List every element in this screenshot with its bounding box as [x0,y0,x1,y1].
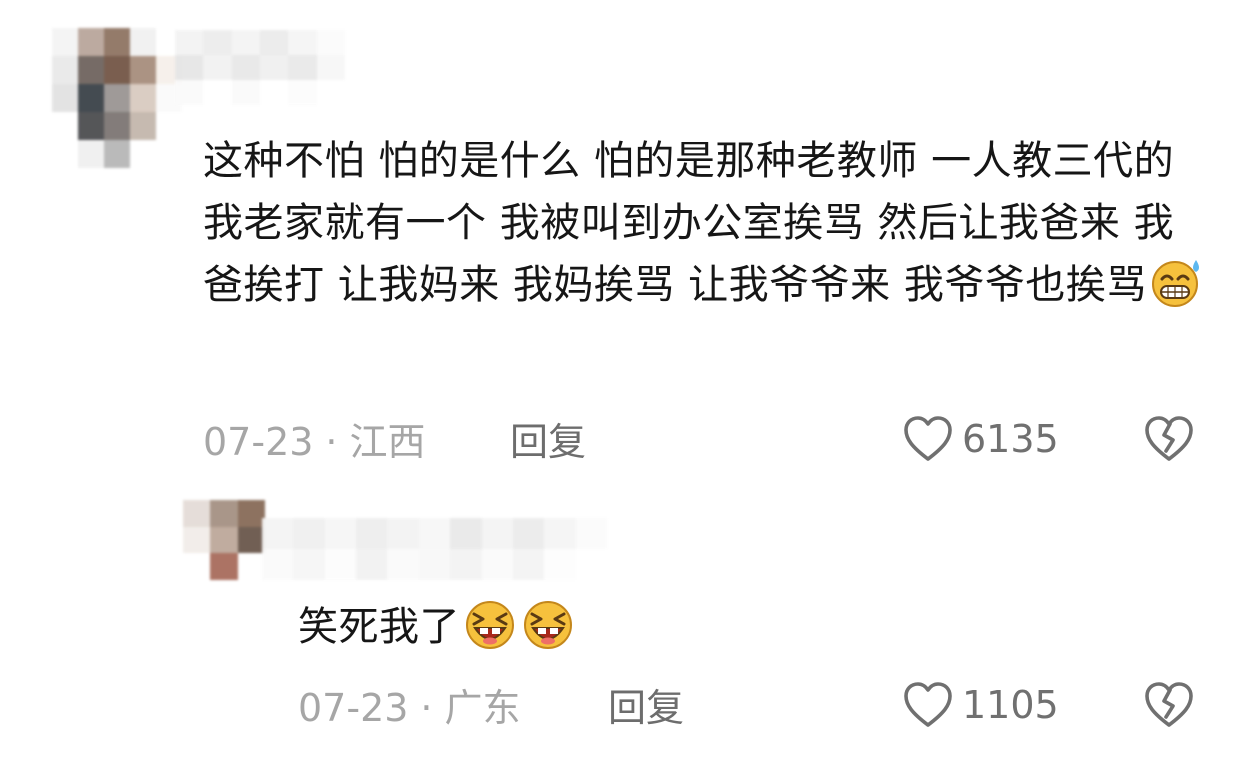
username-blurred[interactable] [262,518,607,580]
broken-heart-outline-icon[interactable] [1143,414,1195,464]
comment-text: 这种不怕 怕的是什么 怕的是那种老教师 一人教三代的 我老家就有一个 我被叫到办… [203,130,1213,316]
broken-heart-outline-icon[interactable] [1143,680,1195,730]
like-count: 6135 [962,417,1059,461]
laughing-tears-emoji-icon [466,601,514,649]
sweat-grin-emoji-icon [1151,260,1199,307]
like-count: 1105 [962,683,1059,727]
comment-body: 笑死我了 [298,604,460,650]
heart-outline-icon [904,682,952,727]
reply-button[interactable]: 回复 [510,420,586,464]
like-button[interactable]: 1105 [902,680,1059,730]
comment-body: 这种不怕 怕的是什么 怕的是那种老教师 一人教三代的 我老家就有一个 我被叫到办… [203,138,1175,308]
avatar-blurred[interactable] [183,500,265,580]
meta-separator: · [325,420,338,464]
reply-button[interactable]: 回复 [608,686,684,730]
avatar-blurred[interactable] [52,28,182,168]
username-blurred[interactable] [175,30,345,105]
comment-date: 07-23 [298,686,409,730]
comment-text: 笑死我了 [298,596,798,658]
laughing-tears-emoji-icon [524,601,572,649]
comment-thread: 这种不怕 怕的是什么 怕的是那种老教师 一人教三代的 我老家就有一个 我被叫到办… [0,0,1260,773]
comment-meta: 07-23 · 江西 [203,420,426,464]
heart-outline-icon [904,416,952,461]
comment-location: 江西 [349,420,426,464]
like-button[interactable]: 6135 [902,414,1059,464]
comment-location: 广东 [444,686,521,730]
comment-date: 07-23 [203,420,314,464]
comment-meta: 07-23 · 广东 [298,686,521,730]
meta-separator: · [420,686,433,730]
